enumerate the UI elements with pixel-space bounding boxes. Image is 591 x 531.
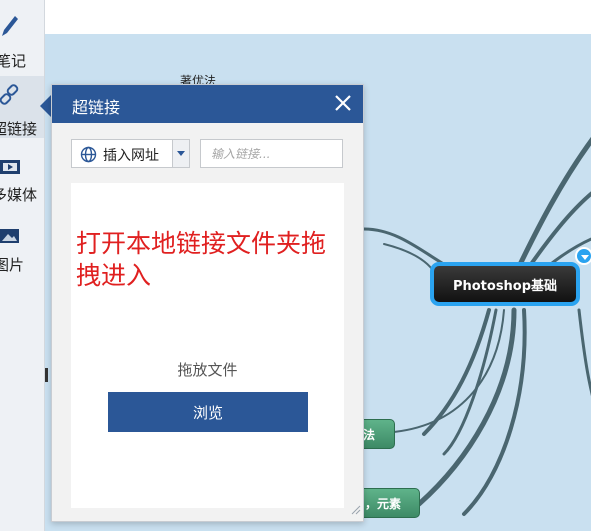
sidebar-item-image[interactable]: 图片 [0,220,44,282]
topic-label: ，元素 [365,496,402,511]
popup-title: 超链接 [72,98,121,117]
insert-url-label: 插入网址 [103,148,159,164]
image-icon [0,226,22,252]
insert-url-button[interactable]: 插入网址 [71,139,190,168]
hyperlink-popup: 超链接 插入网址 打开本地链接文件夹拖拽进入 拖放文件 浏览 [51,84,364,522]
sidebar: 笔记 超链接 多媒体 图片 [0,0,45,531]
resize-grip-icon[interactable] [351,500,361,519]
topic-label: 法 [363,427,376,442]
sidebar-item-multimedia[interactable]: 多媒体 [0,150,44,212]
collapse-toggle-icon[interactable] [575,247,591,265]
top-toolbar [44,0,591,35]
drop-instruction: 打开本地链接文件夹拖拽进入 [76,229,327,290]
globe-icon [80,146,97,167]
popup-pointer [40,95,51,117]
sidebar-item-notes[interactable]: 笔记 [0,8,44,70]
pencil-icon [0,14,20,42]
sidebar-item-hyperlink[interactable]: 超链接 [0,76,44,138]
browse-button[interactable]: 浏览 [108,392,308,432]
close-icon[interactable] [333,93,353,113]
sidebar-item-label: 笔记 [0,52,27,70]
sidebar-item-label: 多媒体 [0,186,38,204]
chevron-down-icon[interactable] [172,140,189,167]
sidebar-item-label: 超链接 [0,120,38,138]
sidebar-item-label: 图片 [0,256,25,274]
central-topic[interactable]: Photoshop基础 [430,262,580,306]
drop-files-label: 拖放文件 [177,361,238,379]
link-url-input[interactable] [200,139,343,168]
file-drop-zone[interactable]: 打开本地链接文件夹拖拽进入 拖放文件 浏览 [71,183,344,508]
film-icon [0,156,22,182]
popup-header: 超链接 [52,85,363,123]
link-icon [0,82,22,112]
